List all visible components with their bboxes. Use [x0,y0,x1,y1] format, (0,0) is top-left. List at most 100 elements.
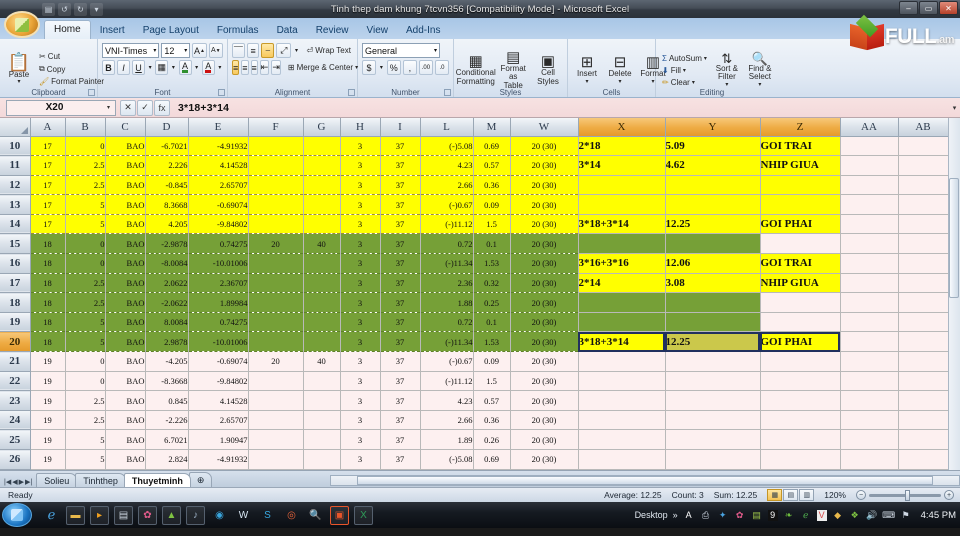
table-cell[interactable] [578,469,666,470]
table-cell[interactable]: 3 [340,449,381,470]
decrease-decimal-button[interactable]: .0 [434,60,450,75]
table-cell[interactable] [303,410,341,431]
table-cell[interactable]: 0 [65,469,106,470]
table-cell[interactable]: (-)0.67 [420,351,474,372]
sheet-tab-thuyetminh[interactable]: Thuyetminh [123,473,191,487]
table-cell[interactable] [898,371,949,392]
table-cell[interactable]: 0 [65,253,106,274]
fill-color-button[interactable]: A [178,60,192,75]
table-cell[interactable] [840,194,899,215]
table-row[interactable]: 16 18 0 BAO -8.0084 -10.01006 3 37 (-)11.34 1.53 2… [0,253,949,274]
table-cell[interactable]: 37 [380,292,421,313]
table-cell[interactable] [578,390,666,411]
font-color-dropdown-icon[interactable]: ▾ [217,60,223,75]
device-icon[interactable]: ⌨ [882,509,895,521]
table-cell[interactable]: 2.5 [65,410,106,431]
table-cell[interactable] [898,312,949,333]
table-cell[interactable]: BAO [105,469,146,470]
browser-blue-icon[interactable]: ◉ [210,506,229,525]
redo-icon[interactable]: ↻ [74,2,87,16]
table-cell[interactable]: -9.84802 [188,214,249,235]
alignment-dialog-launcher[interactable] [348,89,355,96]
table-cell[interactable] [303,449,341,470]
taskbar-clock[interactable]: 4:45 PM [917,510,956,521]
table-cell[interactable]: BAO [105,390,146,411]
table-cell[interactable] [248,273,304,294]
table-cell[interactable] [578,233,666,255]
tab-insert[interactable]: Insert [91,22,134,39]
table-cell[interactable]: 3*18+3*14 [578,214,666,235]
table-cell[interactable]: -2.9878 [145,233,189,255]
table-cell[interactable]: 0.845 [145,390,189,411]
row-header-17[interactable]: 17 [0,273,31,294]
table-cell[interactable]: 3 [340,390,381,411]
page-break-view-button[interactable]: ▥ [799,489,815,501]
table-cell[interactable] [840,253,899,274]
table-cell[interactable]: 20 [248,469,304,470]
internet-explorer-icon[interactable]: ℯ [42,506,61,525]
horizontal-scrollbar[interactable] [330,475,960,486]
row-header-20[interactable]: 20 [0,331,31,353]
borders-button[interactable]: ▦ [155,60,169,75]
table-cell[interactable]: 20 (30) [510,410,579,431]
font-color-button[interactable]: A [201,60,215,75]
table-cell[interactable] [665,194,761,215]
table-cell[interactable]: 3 [340,351,381,372]
pdf-icon[interactable]: ▣ [330,505,349,525]
sheet-tab-solieu[interactable]: Solieu [36,473,78,487]
table-cell[interactable] [840,136,899,157]
table-cell[interactable] [898,136,949,157]
minimize-button[interactable]: – [899,1,918,15]
save-icon[interactable]: ▤ [42,2,55,16]
table-cell[interactable]: 5 [65,429,106,450]
table-cell[interactable]: 0 [65,233,106,255]
table-cell[interactable] [303,194,341,215]
currency-button[interactable]: $ [362,60,377,75]
table-cell[interactable]: 5 [65,194,106,215]
table-cell[interactable]: 3 [340,469,381,470]
chevron-down-icon[interactable]: ▾ [683,67,686,74]
table-cell[interactable]: 5 [65,449,106,470]
grow-font-button[interactable]: A ▲ [192,43,207,58]
table-cell[interactable] [898,155,949,176]
row-header-19[interactable]: 19 [0,312,31,333]
table-cell[interactable]: 20 (30) [510,331,579,353]
ribbon-tab-strip[interactable]: Home Insert Page Layout Formulas Data Re… [0,11,960,39]
table-cell[interactable] [303,429,341,450]
table-cell[interactable]: 2*18 [578,136,666,157]
bluetooth-icon[interactable]: ✦ [717,509,729,521]
table-cell[interactable] [248,312,304,333]
column-header-C[interactable]: C [105,118,146,137]
table-cell[interactable]: 4.14528 [188,155,249,176]
align-middle-button[interactable]: ≡ [246,43,260,58]
table-cell[interactable] [840,469,899,470]
system-tray[interactable]: Desktop » A ⎙ ✦ ✿ ▤ 9 ❧ ℯ V ◆ ❖ 🔊 ⌨ ⚑ 4:… [635,509,960,521]
table-cell[interactable] [898,390,949,411]
table-row[interactable]: 26 19 5 BAO 2.824 -4.91932 3 37 (-)5.08 0.69 20 (3… [0,449,949,470]
table-cell[interactable]: 1.5 [473,214,511,235]
table-cell[interactable]: 3 [340,214,381,235]
table-cell[interactable]: 2.0622 [145,273,189,294]
table-cell[interactable] [248,136,304,157]
table-row[interactable]: 15 18 0 BAO -2.9878 0.74275 20 40 3 37 0.72 0.1 20 (… [0,233,949,255]
table-cell[interactable]: BAO [105,194,146,215]
table-cell[interactable]: 20 (30) [510,292,579,313]
table-cell[interactable]: 37 [380,351,421,372]
increase-indent-button[interactable]: ⇥ [271,60,281,75]
table-cell[interactable]: (-)0.67 [420,194,474,215]
table-cell[interactable] [898,194,949,215]
table-cell[interactable] [665,429,761,450]
column-header-AA[interactable]: AA [840,118,899,137]
table-cell[interactable]: 0.09 [473,194,511,215]
table-cell[interactable]: 0.36 [473,175,511,196]
table-cell[interactable]: 3*16+3*16 [578,253,666,274]
table-cell[interactable] [665,410,761,431]
tab-home[interactable]: Home [44,20,91,39]
grid-body[interactable]: 10 17 0 BAO -6.7021 -4.91932 3 37 (-)5.08 0.69 20 … [0,136,949,470]
chevron-down-icon[interactable]: ▾ [90,2,103,16]
table-cell[interactable] [578,194,666,215]
table-cell[interactable]: 0.74275 [188,312,249,333]
table-cell[interactable] [578,175,666,196]
table-cell[interactable] [248,390,304,411]
table-cell[interactable]: GOI TRAI [760,253,841,274]
